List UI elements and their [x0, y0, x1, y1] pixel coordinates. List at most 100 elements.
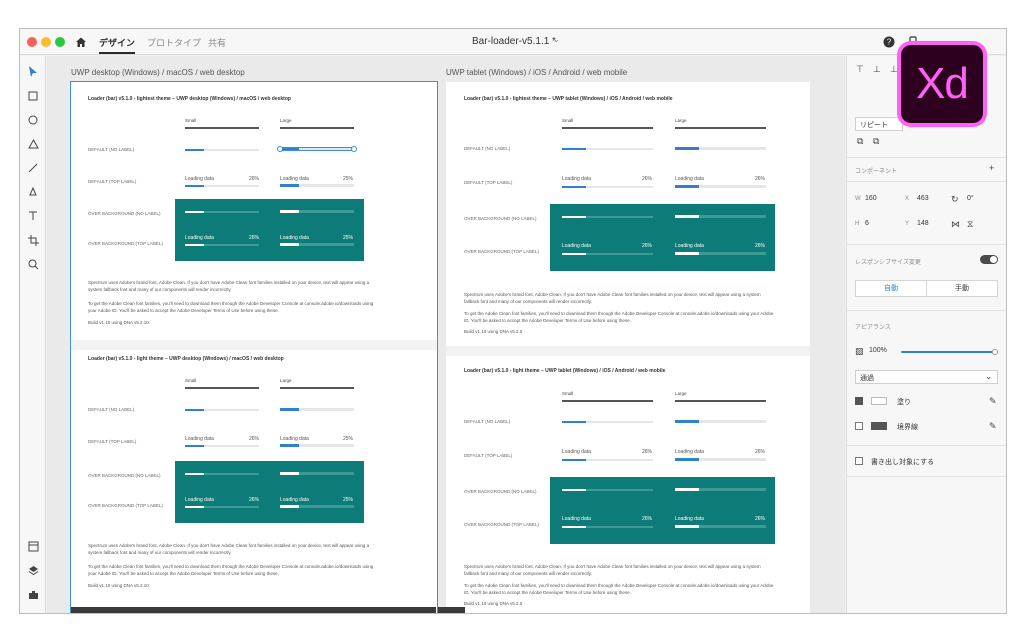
artboard-title-mobile[interactable]: UWP tablet (Windows) / iOS / Android / w… — [446, 68, 627, 77]
row-label: DEFAULT (TOP LABEL) — [88, 179, 137, 184]
loading-label: Loading data — [675, 176, 704, 182]
eyedropper-icon[interactable]: ✎ — [989, 421, 997, 432]
opacity-slider-knob[interactable] — [992, 349, 998, 355]
seg-manual[interactable]: 手動 — [927, 281, 997, 296]
boolean-ops-icon[interactable]: ⧉ — [873, 136, 879, 147]
text-icon[interactable] — [25, 208, 41, 224]
opacity-value[interactable]: 100% — [869, 347, 887, 354]
divider — [675, 400, 766, 402]
loading-label: Loading data — [280, 436, 309, 442]
info-paragraph: To get the Adobe Clean font families, yo… — [464, 311, 774, 323]
close-window-button[interactable] — [27, 37, 37, 47]
y-label: Y — [905, 221, 910, 227]
row-label: DEFAULT (NO LABEL) — [88, 407, 135, 412]
maximize-window-button[interactable] — [55, 37, 65, 47]
fill-swatch[interactable] — [871, 397, 887, 405]
divider — [280, 127, 354, 129]
assets-icon[interactable] — [25, 538, 41, 554]
tab-prototype[interactable]: プロトタイプ — [147, 36, 201, 49]
align-middle-icon[interactable]: ⊥ — [873, 64, 881, 75]
chevron-down-icon[interactable]: ⌄ — [553, 35, 560, 44]
repeat-grid-button[interactable]: リピート — [855, 117, 903, 131]
border-checkbox[interactable] — [855, 422, 863, 430]
minimize-window-button[interactable] — [41, 37, 51, 47]
section-heading: Loader (bar) v5.1.0 - light theme – UWP … — [464, 368, 666, 374]
loading-label: Loading data — [675, 243, 704, 249]
border-swatch[interactable] — [871, 422, 887, 430]
artboard-title-desktop[interactable]: UWP desktop (Windows) / macOS / web desk… — [71, 68, 245, 77]
teal-background-panel: Loading data 26% Loading data 25% — [175, 461, 364, 523]
row-label: DEFAULT (TOP LABEL) — [464, 453, 513, 458]
section-heading: Loader (bar) v5.1.0 - lightest theme – U… — [464, 96, 673, 102]
loading-percent: 26% — [642, 176, 653, 182]
ellipse-icon[interactable] — [25, 112, 41, 128]
polygon-icon[interactable] — [25, 136, 41, 152]
loading-percent: 26% — [755, 449, 766, 455]
rotation-field[interactable]: 0° — [967, 195, 974, 202]
tab-design[interactable]: デザイン — [99, 36, 136, 54]
plugins-icon[interactable] — [25, 586, 41, 602]
artboard-mobile[interactable]: Loader (bar) v5.1.0 - lightest theme – U… — [446, 82, 810, 613]
opacity-slider[interactable] — [901, 351, 995, 353]
loader-bar-large — [675, 420, 766, 423]
responsive-resize-toggle[interactable] — [980, 255, 998, 264]
blend-mode-select[interactable]: 通過 ⌄ — [855, 370, 998, 384]
flip-horizontal-icon[interactable]: ⋈ — [951, 219, 960, 230]
column-small: Small — [185, 378, 197, 383]
blend-mode-value: 通過 — [860, 375, 874, 382]
eyedropper-icon[interactable]: ✎ — [989, 396, 997, 407]
line-icon[interactable] — [25, 160, 41, 176]
design-canvas[interactable]: UWP desktop (Windows) / macOS / web desk… — [47, 56, 845, 613]
loading-label: Loading data — [562, 516, 591, 522]
chevron-down-icon: ⌄ — [985, 372, 992, 381]
artboard-desktop[interactable]: Loader (bar) v5.1.0 - lightest theme – U… — [70, 81, 438, 613]
boolean-ops-icon[interactable]: ⧉ — [857, 136, 863, 147]
loading-percent: 26% — [249, 497, 260, 503]
rectangle-icon[interactable] — [25, 88, 41, 104]
resize-handle[interactable] — [277, 146, 283, 152]
layers-icon[interactable] — [25, 562, 41, 578]
loading-label: Loading data — [280, 176, 309, 182]
loading-percent: 26% — [642, 449, 653, 455]
resize-handle[interactable] — [351, 146, 357, 152]
row-label: DEFAULT (TOP LABEL) — [88, 439, 137, 444]
home-icon[interactable] — [75, 36, 87, 48]
loader-bar-small — [562, 148, 653, 150]
fill-checkbox[interactable] — [855, 397, 863, 405]
tab-share[interactable]: 共有 — [208, 36, 226, 49]
flip-vertical-icon[interactable]: ⧖ — [967, 219, 973, 230]
row-label: OVER BACKGROUND (NO LABEL) — [464, 489, 537, 494]
add-icon[interactable]: + — [989, 163, 994, 173]
row-label: OVER BACKGROUND (TOP LABEL) — [464, 522, 539, 527]
divider — [280, 387, 354, 389]
x-field[interactable]: 463 — [917, 195, 929, 202]
document-title[interactable]: Bar-loader-v5.1.1 * — [472, 36, 556, 47]
loader-bar-small — [562, 489, 653, 491]
info-paragraph: To get the Adobe Clean font families, yo… — [88, 564, 374, 576]
export-checkbox[interactable] — [855, 457, 863, 465]
loader-bar-small — [562, 253, 653, 255]
height-field[interactable]: 6 — [865, 220, 869, 227]
selection-box[interactable] — [280, 147, 354, 151]
seg-auto[interactable]: 自動 — [856, 281, 927, 296]
row-label: OVER BACKGROUND (TOP LABEL) — [88, 503, 163, 508]
divider — [847, 310, 1006, 311]
align-top-icon[interactable]: ⊤ — [856, 64, 864, 75]
width-field[interactable]: 160 — [865, 195, 877, 202]
loader-bar-large — [280, 444, 354, 447]
row-label: OVER BACKGROUND (TOP LABEL) — [464, 249, 539, 254]
svg-text:?: ? — [887, 38, 892, 47]
loader-bar-large — [280, 408, 354, 411]
zoom-icon[interactable] — [25, 256, 41, 272]
loading-label: Loading data — [280, 497, 309, 503]
y-field[interactable]: 148 — [917, 220, 929, 227]
artboard-icon[interactable] — [25, 232, 41, 248]
help-icon[interactable]: ? — [882, 35, 896, 49]
row-label: OVER BACKGROUND (TOP LABEL) — [88, 241, 163, 246]
resize-mode-segmented[interactable]: 自動 手動 — [855, 280, 998, 297]
property-inspector: ⊤ ⊥ ⊥ リピート ⧉ ⧉ コンポーネント + W 160 X 463 ↻ 0… — [846, 56, 1006, 613]
info-paragraph: Spectrum uses Adobe's brand font, Adobe … — [464, 292, 761, 304]
pen-icon[interactable] — [25, 184, 41, 200]
loading-label: Loading data — [185, 497, 214, 503]
select-icon[interactable] — [25, 64, 41, 80]
